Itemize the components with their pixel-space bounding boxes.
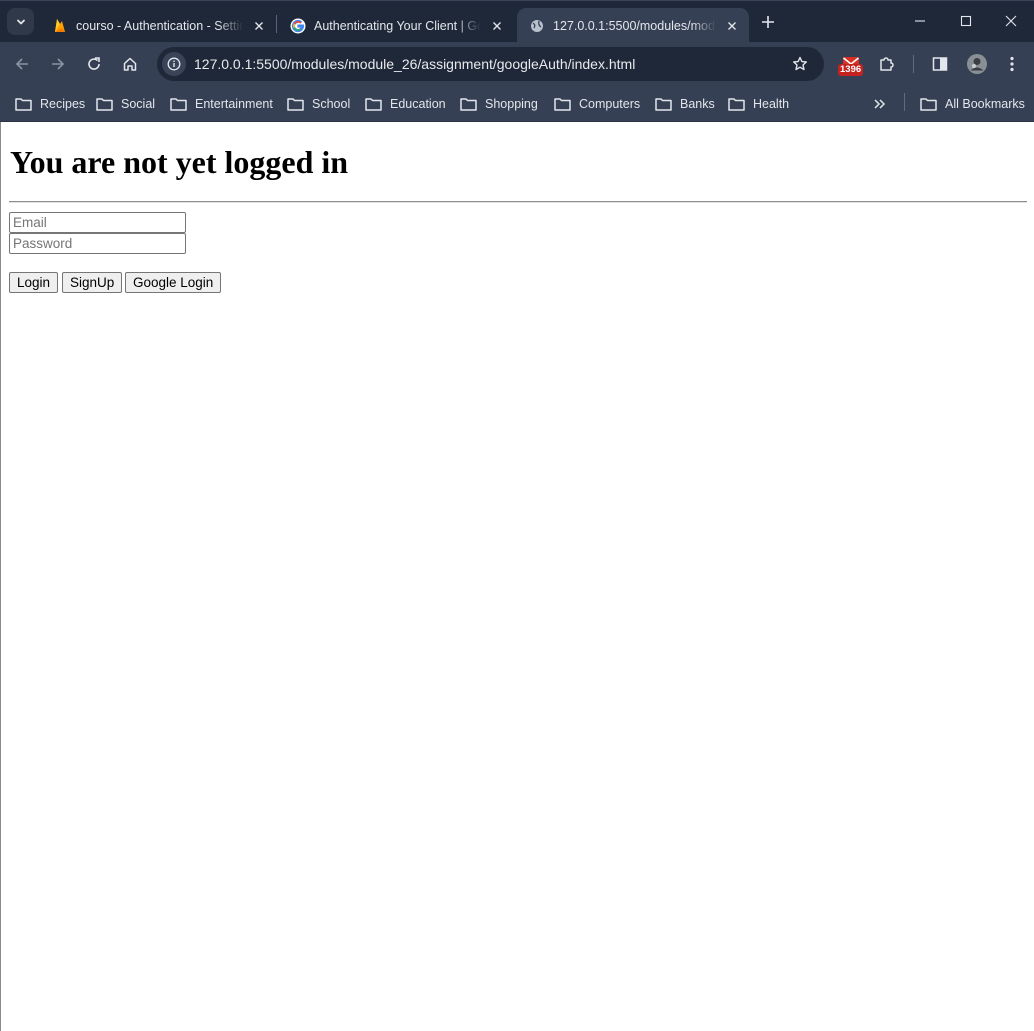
bookmark-folder-computers[interactable]: Computers	[554, 92, 640, 116]
tab-firebase[interactable]: courso - Authentication - Settin	[40, 8, 276, 43]
bookmark-folder-banks[interactable]: Banks	[655, 92, 715, 116]
page-title: You are not yet logged in	[10, 144, 349, 180]
site-info-icon[interactable]	[162, 52, 186, 76]
folder-icon	[287, 98, 304, 111]
maximize-button[interactable]	[943, 1, 989, 41]
bookmark-label: Shopping	[485, 97, 538, 111]
bookmark-label: All Bookmarks	[945, 97, 1025, 111]
tab-title: 127.0.0.1:5500/modules/module	[553, 18, 716, 33]
folder-icon	[554, 98, 571, 111]
bookmarks-overflow-button[interactable]	[873, 92, 895, 116]
signup-button[interactable]: SignUp	[62, 272, 123, 293]
bookmark-folder-entertainment[interactable]: Entertainment	[170, 92, 273, 116]
url-text: 127.0.0.1:5500/modules/module_26/assignm…	[194, 56, 636, 72]
close-window-button[interactable]	[988, 1, 1034, 41]
bookmark-label: Health	[753, 97, 790, 111]
tab-localhost[interactable]: 127.0.0.1:5500/modules/module	[517, 8, 749, 43]
bookmark-label: School	[312, 97, 351, 111]
login-button[interactable]: Login	[9, 272, 59, 293]
password-field[interactable]	[9, 233, 186, 254]
bookmark-label: Banks	[680, 97, 715, 111]
folder-icon	[728, 98, 745, 111]
tab-title: courso - Authentication - Settin	[76, 18, 243, 33]
folder-icon	[460, 98, 477, 111]
address-bar[interactable]: 127.0.0.1:5500/modules/module_26/assignm…	[157, 47, 824, 81]
extensions-button[interactable]	[873, 50, 901, 78]
bookmarks-divider	[904, 93, 905, 111]
profile-avatar[interactable]	[963, 50, 991, 78]
all-bookmarks-folder[interactable]: All Bookmarks	[920, 92, 1025, 116]
arrow-left-icon	[15, 58, 28, 70]
bookmark-label: Social	[121, 97, 156, 111]
close-tab-icon[interactable]	[251, 18, 267, 34]
avatar-icon	[967, 54, 987, 74]
toolbar-divider	[913, 55, 914, 73]
arrow-right-icon	[52, 58, 65, 70]
bookmark-label: Education	[390, 97, 446, 111]
chevron-down-icon	[16, 19, 25, 24]
plus-icon	[762, 16, 774, 28]
minimize-icon	[915, 20, 925, 22]
maximize-icon	[960, 15, 972, 27]
side-panel-icon	[932, 57, 948, 71]
browser-toolbar: 127.0.0.1:5500/modules/module_26/assignm…	[0, 42, 1034, 86]
bookmark-folder-shopping[interactable]: Shopping	[460, 92, 538, 116]
minimize-button[interactable]	[897, 1, 943, 41]
double-chevron-right-icon	[874, 99, 886, 109]
globe-icon	[529, 18, 545, 34]
divider	[9, 201, 1027, 203]
tab-title: Authenticating Your Client | Go	[314, 18, 481, 33]
bookmark-label: Entertainment	[195, 97, 273, 111]
bookmark-folder-education[interactable]: Education	[365, 92, 446, 116]
page-content: You are not yet logged in Login SignUp G…	[0, 122, 1034, 1031]
folder-icon	[365, 98, 382, 111]
google-login-button[interactable]: Google Login	[125, 272, 222, 293]
close-icon	[1005, 15, 1017, 27]
home-button[interactable]	[116, 50, 144, 78]
close-tab-icon[interactable]	[489, 18, 505, 34]
email-field[interactable]	[9, 212, 186, 233]
tab-search-button[interactable]	[7, 8, 34, 35]
tab-separator	[276, 15, 277, 33]
bookmark-label: Recipes	[40, 97, 86, 111]
back-button[interactable]	[8, 50, 36, 78]
folder-icon	[15, 98, 32, 111]
extension-badge: 1396	[838, 64, 864, 76]
folder-icon	[96, 98, 113, 111]
menu-button[interactable]	[998, 50, 1026, 78]
close-tab-icon[interactable]	[724, 18, 740, 34]
forward-button[interactable]	[44, 50, 72, 78]
folder-icon	[655, 98, 672, 111]
bookmark-folder-social[interactable]: Social	[96, 92, 155, 116]
bookmark-star-icon[interactable]	[786, 50, 814, 78]
reload-icon	[88, 57, 100, 70]
bookmarks-bar: Recipes Social Entertainment School Educ…	[0, 86, 1034, 122]
home-icon	[123, 57, 137, 71]
new-tab-button[interactable]	[758, 12, 778, 32]
bookmark-folder-school[interactable]: School	[287, 92, 350, 116]
bookmark-folder-recipes[interactable]: Recipes	[15, 92, 85, 116]
side-panel-button[interactable]	[926, 50, 954, 78]
firebase-icon	[52, 18, 68, 34]
more-vert-icon	[1010, 56, 1014, 72]
folder-icon	[920, 98, 937, 111]
tab-strip: courso - Authentication - Settin Authent…	[0, 0, 1034, 43]
google-icon	[290, 18, 306, 34]
puzzle-icon	[880, 57, 894, 71]
bookmark-folder-health[interactable]: Health	[728, 92, 789, 116]
bookmark-label: Computers	[579, 97, 641, 111]
folder-icon	[170, 98, 187, 111]
tab-google-docs[interactable]: Authenticating Your Client | Go	[278, 8, 514, 43]
reload-button[interactable]	[80, 50, 108, 78]
